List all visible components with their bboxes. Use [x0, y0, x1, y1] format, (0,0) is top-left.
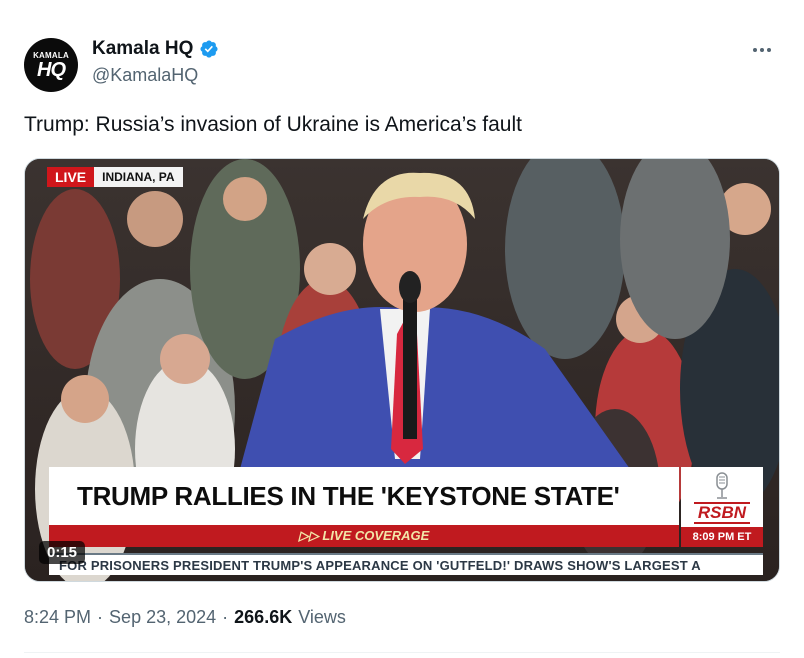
tweet-date[interactable]: Sep 23, 2024 [109, 607, 216, 628]
video-player[interactable]: LIVE INDIANA, PA TRUMP RALLIES IN THE 'K… [24, 158, 780, 582]
meta-separator: · [97, 607, 104, 627]
views-count: 266.6K [234, 607, 293, 627]
views-label: Views [298, 607, 346, 627]
live-bug: LIVE INDIANA, PA [47, 167, 183, 187]
live-label: LIVE [47, 167, 95, 187]
live-coverage-label: ▷▷ LIVE COVERAGE [298, 528, 430, 543]
tweet-meta: 8:24 PM · Sep 23, 2024 · 266.6K Views [24, 607, 346, 628]
verified-badge-icon [200, 40, 218, 58]
ticker-text: FOR PRISONERS PRESIDENT TRUMP'S APPEARAN… [59, 557, 701, 573]
avatar-main-text: HQ [37, 58, 66, 81]
network-name: RSBN [693, 502, 751, 524]
divider [24, 652, 780, 653]
author-handle[interactable]: @KamalaHQ [92, 65, 198, 86]
more-horizontal-icon[interactable] [750, 44, 774, 56]
more-dot [767, 48, 771, 52]
meta-separator: · [222, 607, 229, 627]
live-coverage-bar: ▷▷ LIVE COVERAGE [49, 525, 679, 547]
tweet-card: KAMALA HQ Kamala HQ @KamalaHQ Trump: Rus… [0, 0, 804, 658]
location-label: INDIANA, PA [94, 167, 183, 187]
headline-text: TRUMP RALLIES IN THE 'KEYSTONE STATE' [77, 480, 620, 511]
network-logo: RSBN 8:09 PM ET [681, 467, 763, 547]
avatar[interactable]: KAMALA HQ [24, 38, 78, 92]
tweet-text: Trump: Russia’s invasion of Ukraine is A… [24, 113, 522, 136]
video-duration: 0:15 [39, 541, 86, 564]
more-dot [753, 48, 757, 52]
microphone-icon [716, 472, 728, 499]
author-name-row: Kamala HQ [92, 38, 219, 60]
more-dot [760, 48, 764, 52]
lower-third: TRUMP RALLIES IN THE 'KEYSTONE STATE' [49, 467, 679, 525]
tweet-time[interactable]: 8:24 PM [24, 607, 91, 628]
network-time: 8:09 PM ET [681, 527, 763, 547]
author-display-name[interactable]: Kamala HQ [92, 38, 193, 60]
news-ticker: FOR PRISONERS PRESIDENT TRUMP'S APPEARAN… [49, 553, 763, 575]
